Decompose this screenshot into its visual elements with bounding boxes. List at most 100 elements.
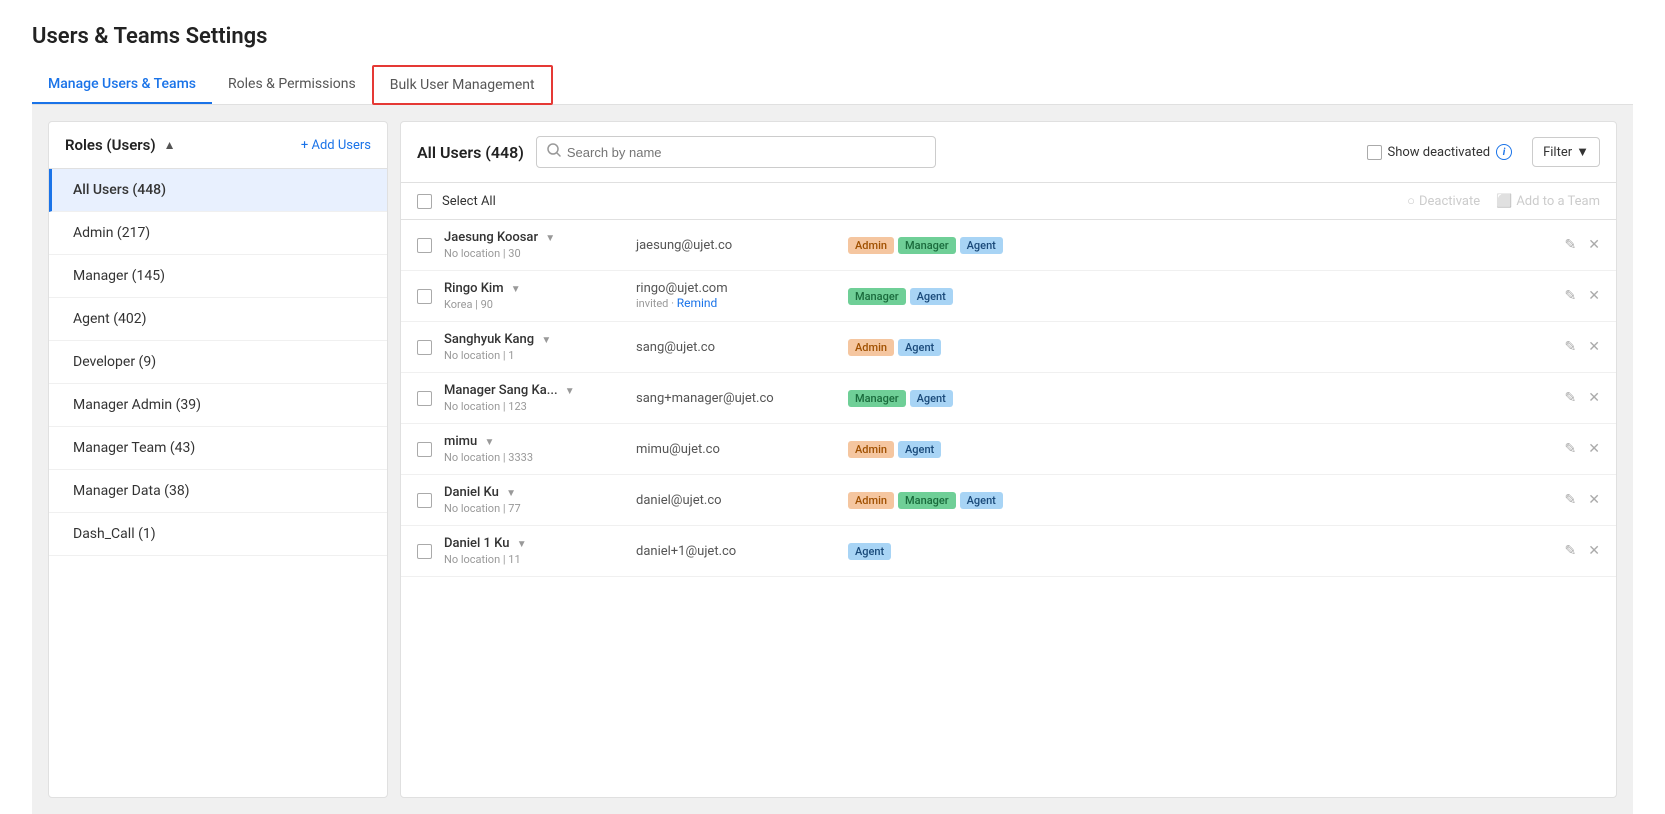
action-buttons: ○ Deactivate ⬜ Add to a Team bbox=[1407, 193, 1600, 209]
user-actions: ✎ ✕ bbox=[1565, 237, 1600, 253]
close-icon[interactable]: ✕ bbox=[1588, 339, 1600, 355]
user-meta: Korea | 90 bbox=[444, 298, 624, 311]
user-actions: ✎ ✕ bbox=[1565, 492, 1600, 508]
user-name: mimu ▼ bbox=[444, 434, 624, 449]
user-meta: No location | 123 bbox=[444, 400, 624, 413]
show-deactivated-checkbox[interactable] bbox=[1367, 145, 1382, 160]
tab-manage-users[interactable]: Manage Users & Teams bbox=[32, 66, 212, 104]
deactivate-label: Deactivate bbox=[1419, 194, 1480, 209]
search-icon bbox=[547, 143, 561, 161]
user-tags: Admin Agent bbox=[848, 441, 1553, 458]
user-info: Sanghyuk Kang ▼ No location | 1 bbox=[444, 332, 624, 362]
role-item-manager-admin[interactable]: Manager Admin (39) bbox=[49, 384, 387, 427]
info-icon[interactable]: i bbox=[1496, 144, 1512, 160]
add-to-team-button[interactable]: ⬜ Add to a Team bbox=[1496, 194, 1600, 209]
page-title: Users & Teams Settings bbox=[32, 24, 1633, 49]
filter-label: Filter bbox=[1543, 145, 1572, 160]
tabs-bar: Manage Users & Teams Roles & Permissions… bbox=[32, 65, 1633, 105]
select-all-label: Select All bbox=[442, 194, 496, 209]
user-tags: Manager Agent bbox=[848, 288, 1553, 305]
user-checkbox[interactable] bbox=[417, 340, 432, 355]
search-input[interactable] bbox=[567, 145, 925, 160]
user-checkbox[interactable] bbox=[417, 391, 432, 406]
roles-list: All Users (448) Admin (217) Manager (145… bbox=[49, 169, 387, 556]
close-icon[interactable]: ✕ bbox=[1588, 441, 1600, 457]
user-checkbox[interactable] bbox=[417, 493, 432, 508]
user-name: Daniel Ku ▼ bbox=[444, 485, 624, 500]
add-users-button[interactable]: + Add Users bbox=[301, 138, 371, 153]
user-meta: No location | 77 bbox=[444, 502, 624, 515]
show-deactivated-label: Show deactivated bbox=[1388, 145, 1491, 160]
table-row: Jaesung Koosar ▼ No location | 30 jaesun… bbox=[401, 220, 1616, 271]
user-checkbox[interactable] bbox=[417, 238, 432, 253]
role-item-manager-data[interactable]: Manager Data (38) bbox=[49, 470, 387, 513]
user-meta: No location | 11 bbox=[444, 553, 624, 566]
chevron-down-icon: ▼ bbox=[484, 437, 494, 448]
table-row: Ringo Kim ▼ Korea | 90 ringo@ujet.com in… bbox=[401, 271, 1616, 322]
tab-roles-permissions[interactable]: Roles & Permissions bbox=[212, 66, 372, 104]
close-icon[interactable]: ✕ bbox=[1588, 543, 1600, 559]
tag-admin: Admin bbox=[848, 492, 894, 509]
tag-manager: Manager bbox=[898, 492, 956, 509]
user-actions: ✎ ✕ bbox=[1565, 339, 1600, 355]
table-row: Manager Sang Ka... ▼ No location | 123 s… bbox=[401, 373, 1616, 424]
role-item-dash-call[interactable]: Dash_Call (1) bbox=[49, 513, 387, 556]
role-item-all-users[interactable]: All Users (448) bbox=[49, 169, 387, 212]
roles-title: Roles (Users) ▲ bbox=[65, 136, 176, 154]
user-meta: No location | 3333 bbox=[444, 451, 624, 464]
user-checkbox[interactable] bbox=[417, 442, 432, 457]
remind-link[interactable]: Remind bbox=[677, 296, 718, 310]
chevron-up-icon: ▲ bbox=[164, 138, 176, 152]
edit-icon[interactable]: ✎ bbox=[1565, 441, 1577, 457]
chevron-down-icon: ▼ bbox=[541, 335, 551, 346]
role-item-manager-team[interactable]: Manager Team (43) bbox=[49, 427, 387, 470]
add-to-team-icon: ⬜ bbox=[1496, 194, 1512, 209]
edit-icon[interactable]: ✎ bbox=[1565, 237, 1577, 253]
user-email: daniel+1@ujet.co bbox=[636, 544, 836, 559]
close-icon[interactable]: ✕ bbox=[1588, 288, 1600, 304]
tag-manager: Manager bbox=[848, 390, 906, 407]
tag-agent: Agent bbox=[898, 339, 941, 356]
tab-bulk-management[interactable]: Bulk User Management bbox=[372, 65, 553, 105]
select-all-row: Select All ○ Deactivate ⬜ Add to a Team bbox=[401, 183, 1616, 220]
user-checkbox[interactable] bbox=[417, 544, 432, 559]
close-icon[interactable]: ✕ bbox=[1588, 390, 1600, 406]
user-actions: ✎ ✕ bbox=[1565, 288, 1600, 304]
filter-chevron-icon: ▼ bbox=[1576, 144, 1589, 160]
tag-agent: Agent bbox=[848, 543, 891, 560]
select-all-checkbox[interactable] bbox=[417, 194, 432, 209]
user-info: Manager Sang Ka... ▼ No location | 123 bbox=[444, 383, 624, 413]
table-row: mimu ▼ No location | 3333 mimu@ujet.co A… bbox=[401, 424, 1616, 475]
search-container bbox=[536, 136, 936, 168]
tag-admin: Admin bbox=[848, 339, 894, 356]
edit-icon[interactable]: ✎ bbox=[1565, 288, 1577, 304]
deactivate-button[interactable]: ○ Deactivate bbox=[1407, 193, 1480, 209]
left-panel-header: Roles (Users) ▲ + Add Users bbox=[49, 122, 387, 169]
role-item-manager[interactable]: Manager (145) bbox=[49, 255, 387, 298]
user-info: mimu ▼ No location | 3333 bbox=[444, 434, 624, 464]
edit-icon[interactable]: ✎ bbox=[1565, 339, 1577, 355]
role-item-admin[interactable]: Admin (217) bbox=[49, 212, 387, 255]
select-all-left: Select All bbox=[417, 194, 496, 209]
edit-icon[interactable]: ✎ bbox=[1565, 492, 1577, 508]
all-users-title: All Users (448) bbox=[417, 143, 524, 162]
user-tags: Admin Manager Agent bbox=[848, 492, 1553, 509]
filter-button[interactable]: Filter ▼ bbox=[1532, 137, 1600, 167]
user-meta: No location | 1 bbox=[444, 349, 624, 362]
user-name: Sanghyuk Kang ▼ bbox=[444, 332, 624, 347]
right-panel: All Users (448) Show deactivated i bbox=[400, 121, 1617, 798]
edit-icon[interactable]: ✎ bbox=[1565, 390, 1577, 406]
tag-admin: Admin bbox=[848, 237, 894, 254]
close-icon[interactable]: ✕ bbox=[1588, 492, 1600, 508]
edit-icon[interactable]: ✎ bbox=[1565, 543, 1577, 559]
tag-manager: Manager bbox=[898, 237, 956, 254]
user-tags: Admin Agent bbox=[848, 339, 1553, 356]
user-name: Manager Sang Ka... ▼ bbox=[444, 383, 624, 398]
add-to-team-label: Add to a Team bbox=[1516, 194, 1600, 209]
role-item-agent[interactable]: Agent (402) bbox=[49, 298, 387, 341]
role-item-developer[interactable]: Developer (9) bbox=[49, 341, 387, 384]
tag-agent: Agent bbox=[898, 441, 941, 458]
user-checkbox[interactable] bbox=[417, 289, 432, 304]
tag-agent: Agent bbox=[910, 288, 953, 305]
close-icon[interactable]: ✕ bbox=[1588, 237, 1600, 253]
